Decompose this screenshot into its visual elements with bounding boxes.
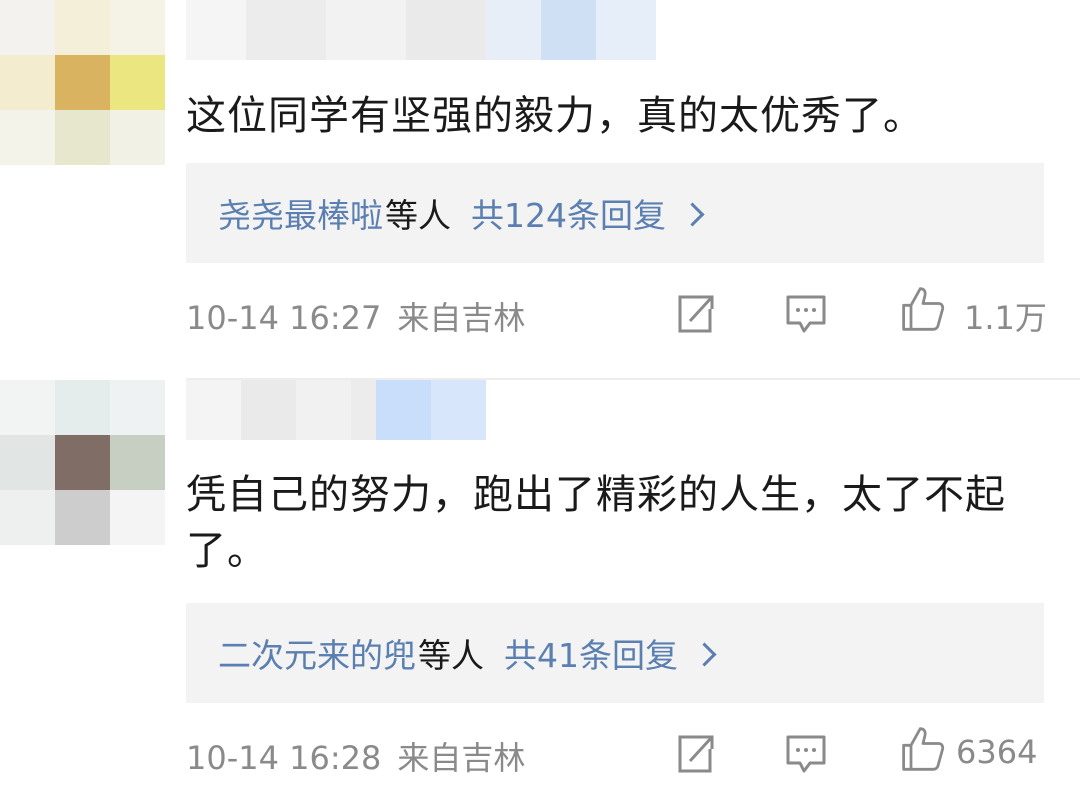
like-count: 6364 — [956, 733, 1038, 771]
username[interactable] — [186, 380, 486, 440]
comment-meta: 10-14 16:28 来自吉林 6364 — [186, 725, 1056, 785]
thumbs-up-icon[interactable] — [898, 725, 948, 773]
reply-user-names[interactable]: 二次元来的兜 — [218, 629, 416, 677]
comment-time: 10-14 16:27 — [186, 299, 382, 337]
reply-suffix: 等人 — [418, 636, 484, 675]
reply-suffix: 等人 — [385, 196, 451, 235]
comment-text: 凭自己的努力，跑出了精彩的人生，太了不起了。 — [186, 472, 1006, 574]
avatar[interactable] — [0, 380, 165, 545]
comment-text: 这位同学有坚强的毅力，真的太优秀了。 — [186, 93, 924, 139]
comment-item: 凭自己的努力，跑出了精彩的人生，太了不起了。 二次元来的兜 等人 共41条回复 … — [0, 380, 1080, 780]
reply-count[interactable]: 共41条回复 — [504, 629, 678, 677]
reply-user-names[interactable]: 尧尧最棒啦 — [218, 189, 383, 237]
share-icon[interactable] — [674, 729, 718, 777]
replies-summary[interactable]: 二次元来的兜 等人 共41条回复 — [186, 603, 1044, 703]
chevron-right-icon — [680, 201, 705, 227]
comment-location: 来自吉林 — [397, 739, 526, 777]
chevron-right-icon — [692, 641, 717, 667]
comment-icon[interactable] — [784, 729, 828, 777]
meta-text: 10-14 16:28 来自吉林 — [186, 733, 525, 779]
comment-icon[interactable] — [784, 289, 828, 337]
meta-text: 10-14 16:27 来自吉林 — [186, 293, 525, 339]
comment-item: 这位同学有坚强的毅力，真的太优秀了。 尧尧最棒啦 等人 共124条回复 10-1… — [0, 0, 1080, 380]
replies-summary[interactable]: 尧尧最棒啦 等人 共124条回复 — [186, 163, 1044, 263]
username[interactable] — [186, 0, 656, 60]
thumbs-up-icon[interactable] — [898, 285, 948, 333]
comment-location: 来自吉林 — [397, 299, 526, 337]
avatar[interactable] — [0, 0, 165, 165]
reply-count[interactable]: 共124条回复 — [471, 189, 666, 237]
comment-time: 10-14 16:28 — [186, 739, 382, 777]
share-icon[interactable] — [674, 289, 718, 337]
comment-meta: 10-14 16:27 来自吉林 1.1万 — [186, 285, 1056, 345]
like-count: 1.1万 — [964, 299, 1047, 337]
